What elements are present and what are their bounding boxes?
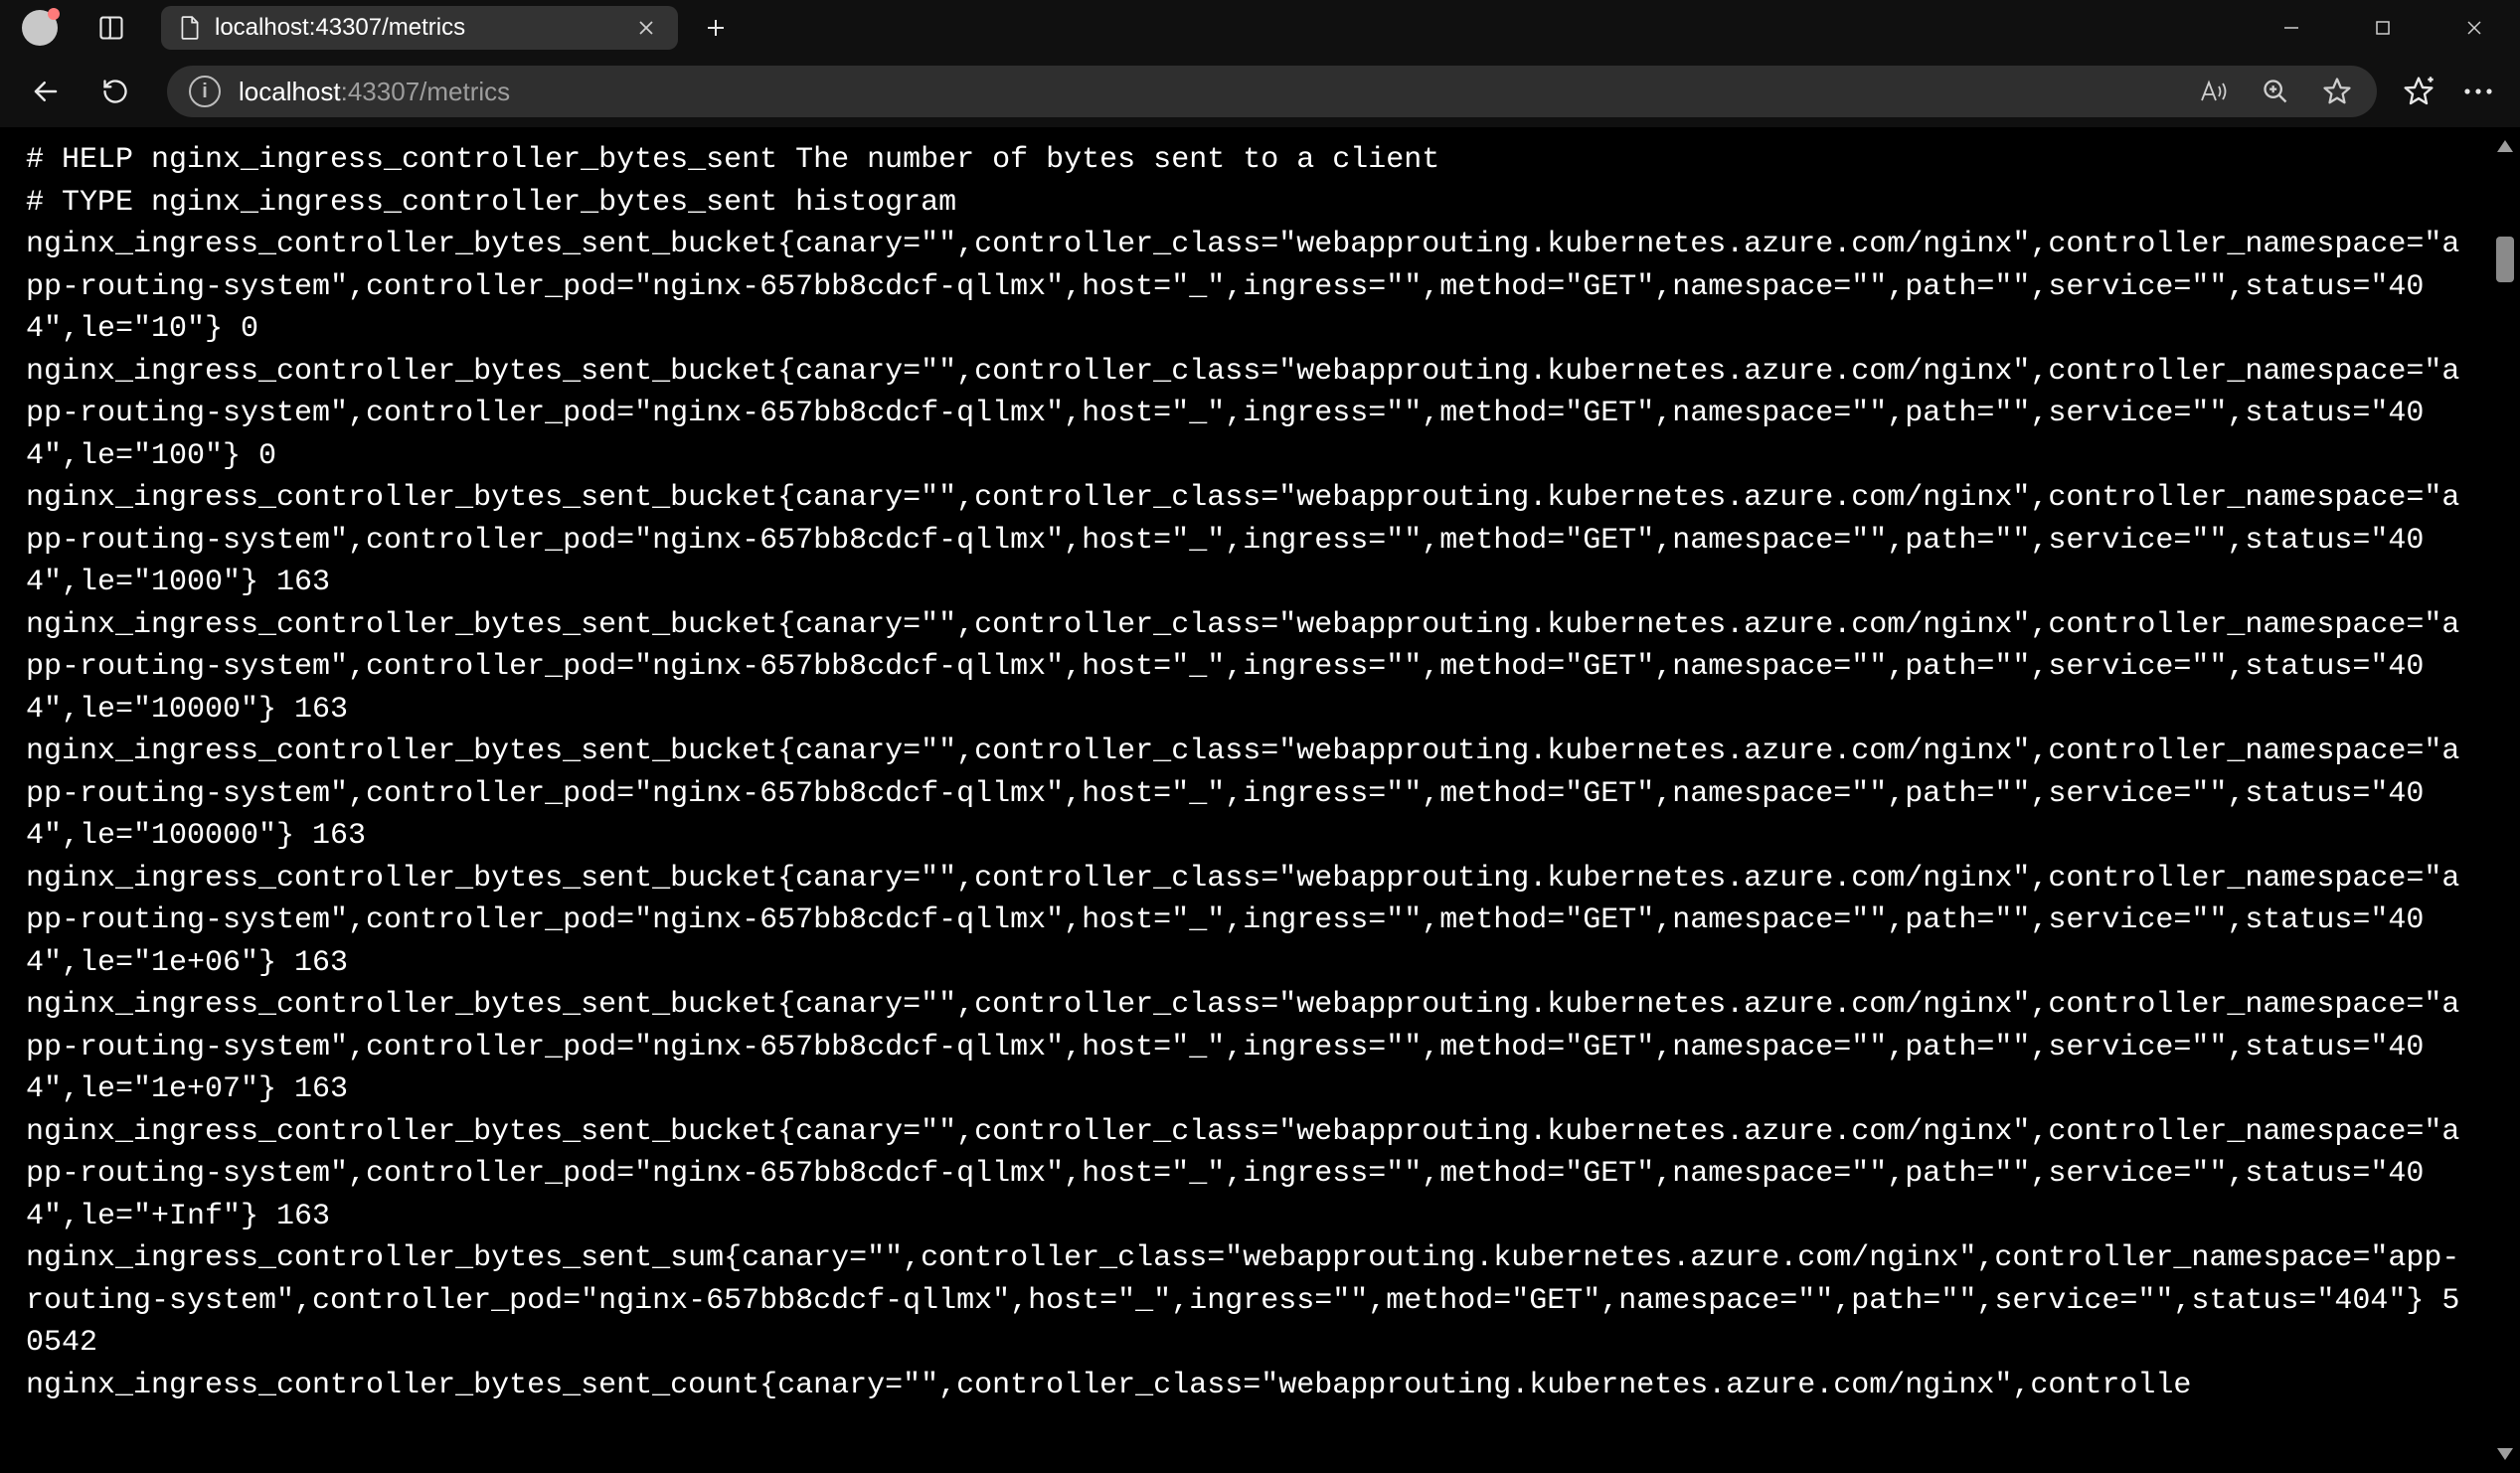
scroll-down-button[interactable] xyxy=(2490,1439,2520,1469)
ellipsis-icon xyxy=(2463,87,2493,95)
workspaces-button[interactable] xyxy=(84,0,139,56)
site-info-button[interactable]: i xyxy=(189,76,221,107)
back-button[interactable] xyxy=(18,64,74,119)
metrics-text[interactable]: # HELP nginx_ingress_controller_bytes_se… xyxy=(0,127,2490,1473)
address-text: localhost:43307/metrics xyxy=(239,77,2178,107)
arrow-left-icon xyxy=(31,77,61,106)
chevron-up-icon xyxy=(2497,140,2513,152)
close-icon xyxy=(2464,18,2484,38)
settings-menu-button[interactable] xyxy=(2454,74,2502,109)
page-icon xyxy=(179,15,201,41)
profile-avatar[interactable] xyxy=(22,10,58,46)
zoom-icon xyxy=(2262,78,2289,105)
tab-title: localhost:43307/metrics xyxy=(215,14,618,42)
minimize-button[interactable] xyxy=(2246,0,2337,56)
url-path: :43307/metrics xyxy=(341,77,511,106)
titlebar: localhost:43307/metrics xyxy=(0,0,2520,56)
scroll-thumb[interactable] xyxy=(2496,237,2514,282)
minimize-icon xyxy=(2281,18,2301,38)
plus-icon xyxy=(704,16,728,40)
chevron-down-icon xyxy=(2497,1448,2513,1460)
refresh-icon xyxy=(101,78,129,105)
address-bar[interactable]: i localhost:43307/metrics xyxy=(167,66,2377,117)
close-window-button[interactable] xyxy=(2429,0,2520,56)
star-icon xyxy=(2322,77,2352,106)
browser-toolbar: i localhost:43307/metrics xyxy=(0,56,2520,127)
refresh-button[interactable] xyxy=(87,64,143,119)
zoom-button[interactable] xyxy=(2258,74,2293,109)
star-plus-icon xyxy=(2403,76,2435,107)
favorite-button[interactable] xyxy=(2319,74,2355,109)
page-viewport: # HELP nginx_ingress_controller_bytes_se… xyxy=(0,127,2520,1473)
maximize-icon xyxy=(2374,19,2392,37)
vertical-scrollbar[interactable] xyxy=(2490,127,2520,1473)
tab-close-button[interactable] xyxy=(632,14,660,42)
browser-tab[interactable]: localhost:43307/metrics xyxy=(161,6,678,50)
maximize-button[interactable] xyxy=(2337,0,2429,56)
toolbar-right xyxy=(2401,74,2502,109)
window-controls xyxy=(2246,0,2520,56)
new-tab-button[interactable] xyxy=(688,0,744,56)
favorites-list-button[interactable] xyxy=(2401,74,2436,109)
close-icon xyxy=(637,19,655,37)
scroll-up-button[interactable] xyxy=(2490,131,2520,161)
url-host: localhost xyxy=(239,77,341,106)
read-aloud-button[interactable] xyxy=(2196,74,2232,109)
address-bar-actions xyxy=(2196,74,2355,109)
read-aloud-icon xyxy=(2199,79,2229,104)
